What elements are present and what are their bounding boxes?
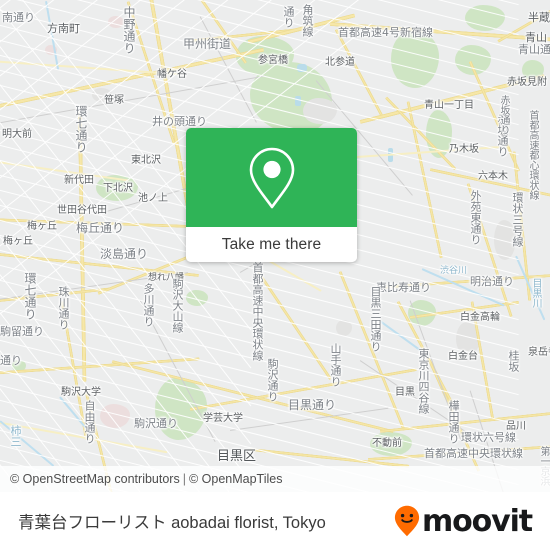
map-popup-card[interactable]: Take me there [186,128,357,262]
map-pin-icon [246,145,298,211]
moovit-map-page: 南通り 方南町 中野通り 参宮橋 甲州街道 北参道 首都高速4号新宿線 半蔵 青山通 赤坂見附 青山… [0,0,550,550]
rail-line [409,300,462,442]
map-label: 多川通り [142,283,155,327]
page-footer: 青葉台フローリスト aobadai florist, Tokyo moovit [0,492,550,550]
take-me-there-button[interactable]: Take me there [186,227,357,262]
take-me-there-label: Take me there [221,235,322,253]
map-label: 首都高速都心環状線 [527,110,538,200]
park-area [465,5,505,31]
road-major [338,270,406,430]
map-label: 泉岳寺 [528,347,550,358]
water-area [295,96,301,106]
stream [515,255,546,321]
attribution-separator: | [182,472,186,486]
road-major [429,168,550,198]
map-attribution: © OpenStreetMap contributors | © OpenMap… [0,466,550,492]
attribution-osm[interactable]: © OpenStreetMap contributors [10,472,180,486]
road-minor [0,0,519,21]
page-title: 青葉台フローリスト aobadai florist, Tokyo [18,514,326,532]
stream [421,268,505,307]
popup-image [186,128,357,227]
attribution-tiles[interactable]: © OpenMapTiles [189,472,283,486]
moovit-pin-smiley-icon [394,505,420,537]
map-label: 青山通 [518,43,550,56]
moovit-wordmark: moovit [421,504,533,539]
moovit-logo[interactable]: moovit [394,504,533,539]
